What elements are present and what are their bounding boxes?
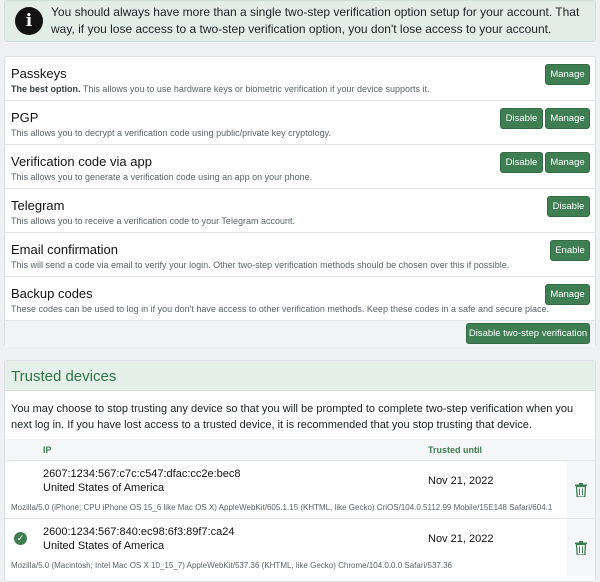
disable-two-step-button[interactable]: Disable two-step verification: [466, 323, 590, 344]
current-device-check-icon: ✓: [14, 532, 27, 545]
stop-trusting-cell: [567, 461, 595, 518]
app-disable-button[interactable]: Disable: [500, 152, 543, 173]
notice-text: You should always have more than a singl…: [51, 5, 580, 36]
column-header-ip: IP: [43, 445, 52, 455]
pgp-manage-button[interactable]: Manage: [545, 108, 590, 129]
method-description: This allows you to generate a verificati…: [11, 172, 313, 182]
table-header: IP Trusted until: [5, 439, 595, 461]
telegram-disable-button[interactable]: Disable: [547, 196, 590, 217]
method-description: The best option. This allows you to use …: [11, 84, 430, 94]
method-title: Email confirmation: [11, 242, 118, 257]
email-enable-button[interactable]: Enable: [550, 240, 590, 261]
method-row-backup-codes: Backup codes These codes can be used to …: [5, 277, 595, 321]
trusted-devices-panel: Trusted devices You may choose to stop t…: [4, 360, 596, 582]
method-description: This will send a code via email to verif…: [11, 260, 510, 270]
column-header-trusted-until: Trusted until: [428, 445, 482, 455]
method-row-email: Email confirmation This will send a code…: [5, 233, 595, 277]
device-country: United States of America: [43, 540, 165, 552]
device-user-agent: Mozilla/5.0 (Macintosh; Intel Mac OS X 1…: [11, 561, 452, 570]
app-manage-button[interactable]: Manage: [545, 152, 590, 173]
info-notice: i You should always have more than a sin…: [4, 0, 596, 42]
method-row-telegram: Telegram This allows you to receive a ve…: [5, 189, 595, 233]
backup-codes-manage-button[interactable]: Manage: [545, 284, 590, 305]
table-row: ✓ 2600:1234:567:840:ec98:6f3:89f7:ca24 U…: [5, 519, 595, 577]
method-title: Telegram: [11, 198, 65, 213]
device-country: United States of America: [43, 482, 165, 494]
method-row-app: Verification code via app This allows yo…: [5, 145, 595, 189]
trusted-devices-description: You may choose to stop trusting any devi…: [11, 403, 574, 431]
trash-icon[interactable]: [575, 541, 587, 555]
trash-icon[interactable]: [575, 483, 587, 497]
trusted-devices-title: Trusted devices: [11, 368, 117, 385]
methods-footer: Disable two-step verification: [5, 321, 595, 347]
device-ip: 2600:1234:567:840:ec98:6f3:89f7:ca24: [43, 526, 235, 538]
stop-trusting-cell: [567, 519, 595, 576]
device-user-agent: Mozilla/5.0 (iPhone; CPU iPhone OS 15_6 …: [11, 503, 553, 512]
method-title: Verification code via app: [11, 154, 152, 169]
table-row: 2607:1234:567:c7c:c547:dfac:cc2e:bec8 Un…: [5, 461, 595, 519]
method-title: Backup codes: [11, 286, 93, 301]
method-description: This allows you to decrypt a verificatio…: [11, 128, 331, 138]
info-icon: i: [15, 7, 43, 35]
method-description: This allows you to receive a verificatio…: [11, 216, 295, 226]
device-trusted-until: Nov 21, 2022: [428, 475, 494, 487]
pgp-disable-button[interactable]: Disable: [500, 108, 543, 129]
trusted-devices-header: Trusted devices: [5, 361, 595, 391]
method-title: PGP: [11, 110, 39, 125]
method-description: These codes can be used to log in if you…: [11, 304, 550, 314]
method-title: Passkeys: [11, 66, 67, 81]
device-ip: 2607:1234:567:c7c:c547:dfac:cc2e:bec8: [43, 468, 241, 480]
two-step-methods-panel: Passkeys The best option. This allows yo…: [4, 56, 596, 347]
method-row-pgp: PGP This allows you to decrypt a verific…: [5, 101, 595, 145]
passkeys-manage-button[interactable]: Manage: [545, 64, 590, 85]
method-row-passkeys: Passkeys The best option. This allows yo…: [5, 57, 595, 101]
device-trusted-until: Nov 21, 2022: [428, 533, 494, 545]
